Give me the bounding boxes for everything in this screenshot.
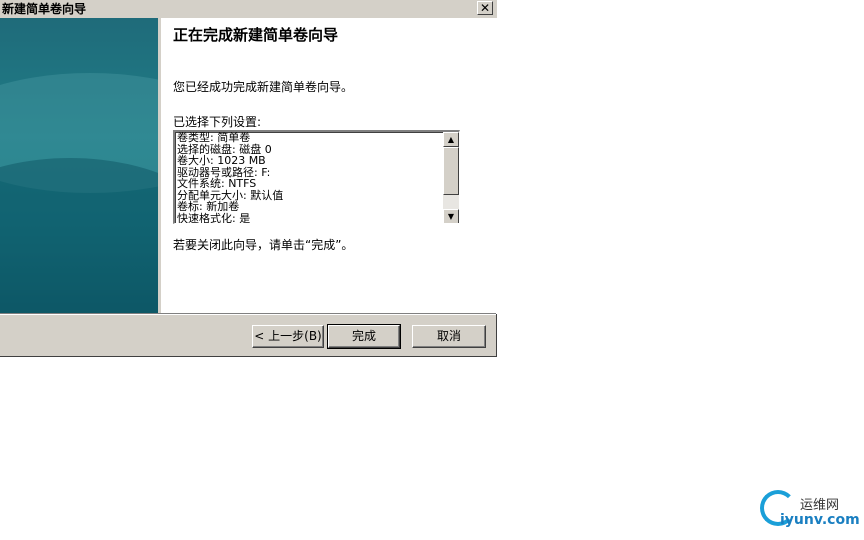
close-icon: ✕: [479, 1, 491, 15]
logo-domain: iyunv.com: [780, 512, 860, 528]
close-hint: 若要关闭此向导，请单击“完成”。: [173, 238, 354, 252]
settings-label: 已选择下列设置:: [173, 115, 262, 129]
logo-name: 运维网: [800, 498, 840, 513]
list-item: 快速格式化: 是: [177, 211, 251, 224]
wizard-banner: [0, 18, 158, 314]
list-item: 文件系统: NTFS: [177, 177, 257, 190]
wizard-dialog: 新建简单卷向导 ✕ 正在完成新建简单卷向导 您已经成功完成新建简单卷向导。 已选…: [0, 0, 497, 357]
arrow-down-icon: ▼: [447, 212, 455, 221]
success-message: 您已经成功完成新建简单卷向导。: [173, 80, 354, 94]
settings-list: 卷类型: 简单卷 选择的磁盘: 磁盘 0 卷大小: 1023 MB 驱动器号或路…: [177, 131, 442, 224]
close-button[interactable]: ✕: [477, 1, 493, 15]
scroll-thumb[interactable]: [443, 147, 459, 195]
window-title: 新建简单卷向导: [2, 2, 87, 16]
title-bar[interactable]: 新建简单卷向导 ✕: [0, 0, 497, 18]
list-item: 卷类型: 简单卷: [177, 131, 251, 144]
button-separator: [0, 313, 496, 315]
banner-decoration: [0, 158, 158, 314]
list-item: 卷大小: 1023 MB: [177, 154, 266, 167]
scroll-up-button[interactable]: ▲: [443, 132, 459, 147]
cancel-button[interactable]: 取消: [412, 325, 486, 348]
back-button[interactable]: < 上一步(B): [252, 325, 324, 348]
watermark-logo: 运维网 iyunv.com: [760, 488, 860, 534]
scroll-down-button[interactable]: ▼: [443, 209, 459, 223]
list-item: 卷标: 新加卷: [177, 200, 240, 213]
arrow-up-icon: ▲: [447, 135, 455, 144]
settings-listbox[interactable]: 卷类型: 简单卷 选择的磁盘: 磁盘 0 卷大小: 1023 MB 驱动器号或路…: [173, 130, 460, 224]
wizard-content: 正在完成新建简单卷向导 您已经成功完成新建简单卷向导。 已选择下列设置: 卷类型…: [158, 18, 497, 314]
page-title: 正在完成新建简单卷向导: [173, 26, 339, 44]
vertical-scrollbar[interactable]: ▲ ▼: [443, 132, 459, 223]
finish-button[interactable]: 完成: [327, 324, 401, 349]
